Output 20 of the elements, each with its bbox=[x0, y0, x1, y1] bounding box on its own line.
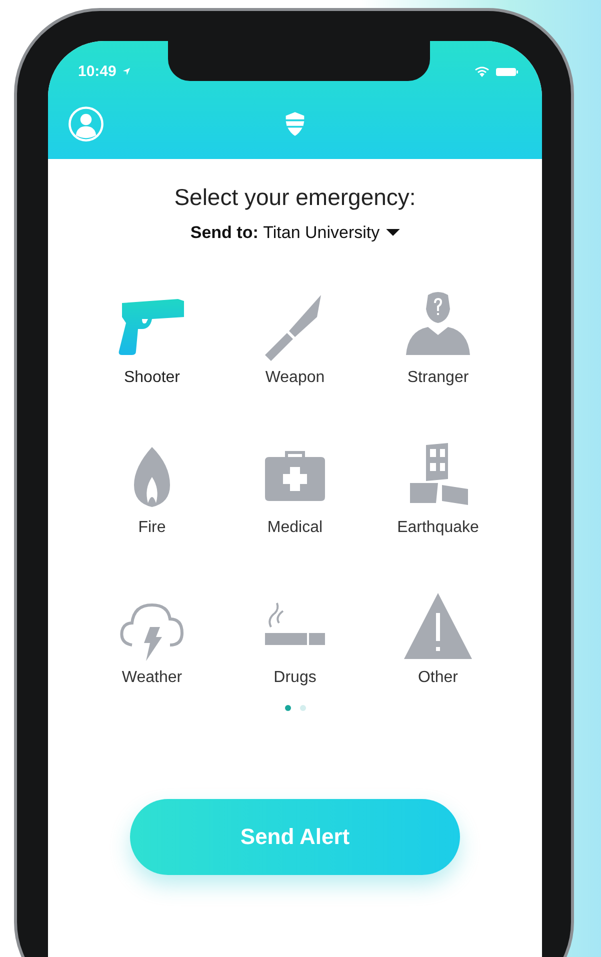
emergency-option[interactable]: Stranger bbox=[366, 287, 510, 387]
emergency-option[interactable]: Medical bbox=[224, 437, 366, 537]
wifi-icon bbox=[474, 66, 490, 78]
page-indicator-dot[interactable] bbox=[284, 705, 290, 711]
battery-icon bbox=[496, 66, 518, 76]
emergency-option[interactable]: Fire bbox=[80, 437, 224, 537]
caret-icon bbox=[386, 229, 400, 237]
page-indicator-dot[interactable] bbox=[300, 705, 306, 711]
emergency-option[interactable]: Drugs bbox=[224, 587, 366, 687]
profile-icon[interactable] bbox=[68, 106, 104, 142]
recipient-selector[interactable]: Send to: Titan University bbox=[190, 223, 400, 243]
emergency-option[interactable]: Weather bbox=[80, 587, 224, 687]
emergency-option[interactable]: Other bbox=[366, 587, 510, 687]
emergency-option[interactable]: Earthquake bbox=[366, 437, 510, 537]
screen-title: Select your emergency: bbox=[174, 184, 416, 211]
shield-logo-icon bbox=[284, 110, 306, 138]
emergency-option[interactable]: Weapon bbox=[224, 287, 366, 387]
emergency-option[interactable]: Shooter bbox=[80, 287, 224, 387]
status-time: 10:49 bbox=[78, 63, 116, 80]
location-arrow-icon bbox=[122, 67, 132, 76]
